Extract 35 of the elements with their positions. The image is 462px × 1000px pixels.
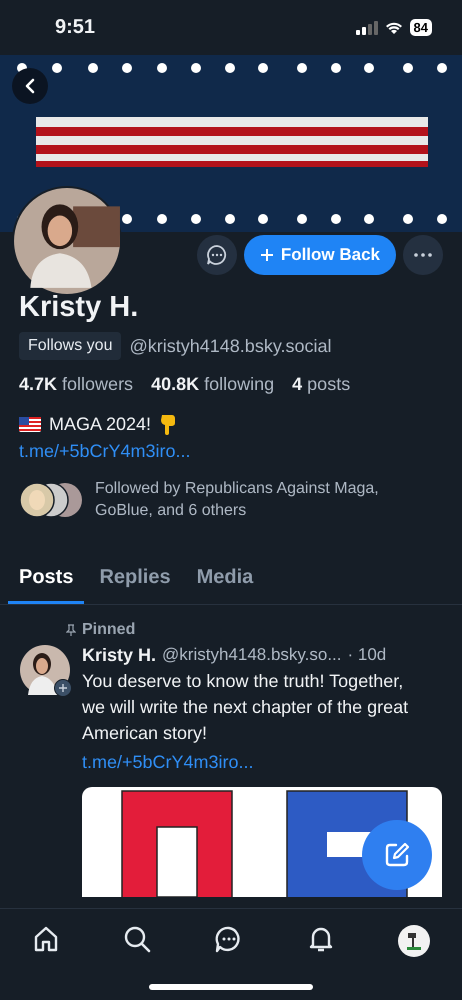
post-time: · 10d — [348, 645, 386, 666]
followed-by-text[interactable]: Followed by Republicans Against Maga, GoBlue, and 6 others — [95, 478, 440, 522]
follows-you-badge: Follows you — [19, 332, 122, 360]
search-icon[interactable] — [123, 925, 152, 953]
follow-plus-icon[interactable] — [54, 679, 72, 697]
battery-level: 84 — [410, 19, 432, 36]
pinned-label: Pinned — [82, 621, 136, 639]
us-flag-icon — [19, 416, 41, 432]
pin-icon — [66, 624, 76, 636]
post-link[interactable]: t.me/+5bCrY4m3iro... — [82, 752, 254, 773]
post-author: Kristy H. — [82, 645, 156, 666]
follow-back-button[interactable]: Follow Back — [244, 235, 396, 275]
status-time: 9:51 — [55, 16, 96, 39]
wifi-icon — [384, 20, 404, 34]
post-text: You deserve to know the truth! Together, we will write the next chapter of the great American story! — [82, 670, 410, 745]
profile-handle: @kristyh4148.bsky.social — [129, 336, 332, 356]
bio-link[interactable]: t.me/+5bCrY4m3iro... — [19, 441, 191, 462]
follower-avatars — [19, 482, 83, 518]
profile-tab[interactable]: Media — [186, 558, 264, 604]
more-button[interactable] — [403, 235, 443, 275]
profile-tab[interactable]: Posts — [8, 558, 84, 604]
profile-name: Kristy H. — [19, 291, 138, 324]
profile-stat[interactable]: 40.8K following — [151, 374, 274, 395]
message-button[interactable] — [196, 235, 237, 275]
account-avatar[interactable] — [398, 925, 430, 957]
plus-icon — [260, 248, 274, 262]
signal-icon — [356, 20, 378, 34]
chat-bubble-icon — [206, 244, 228, 266]
profile-stat[interactable]: 4.7K followers — [19, 374, 134, 395]
bio-text: MAGA 2024! — [49, 414, 152, 434]
post-avatar — [20, 645, 70, 695]
profile-tab[interactable]: Replies — [88, 558, 182, 604]
more-icon — [414, 253, 432, 257]
profile-stat[interactable]: 4 posts — [292, 374, 350, 395]
post-handle: @kristyh4148.bsky.so... — [162, 645, 342, 666]
